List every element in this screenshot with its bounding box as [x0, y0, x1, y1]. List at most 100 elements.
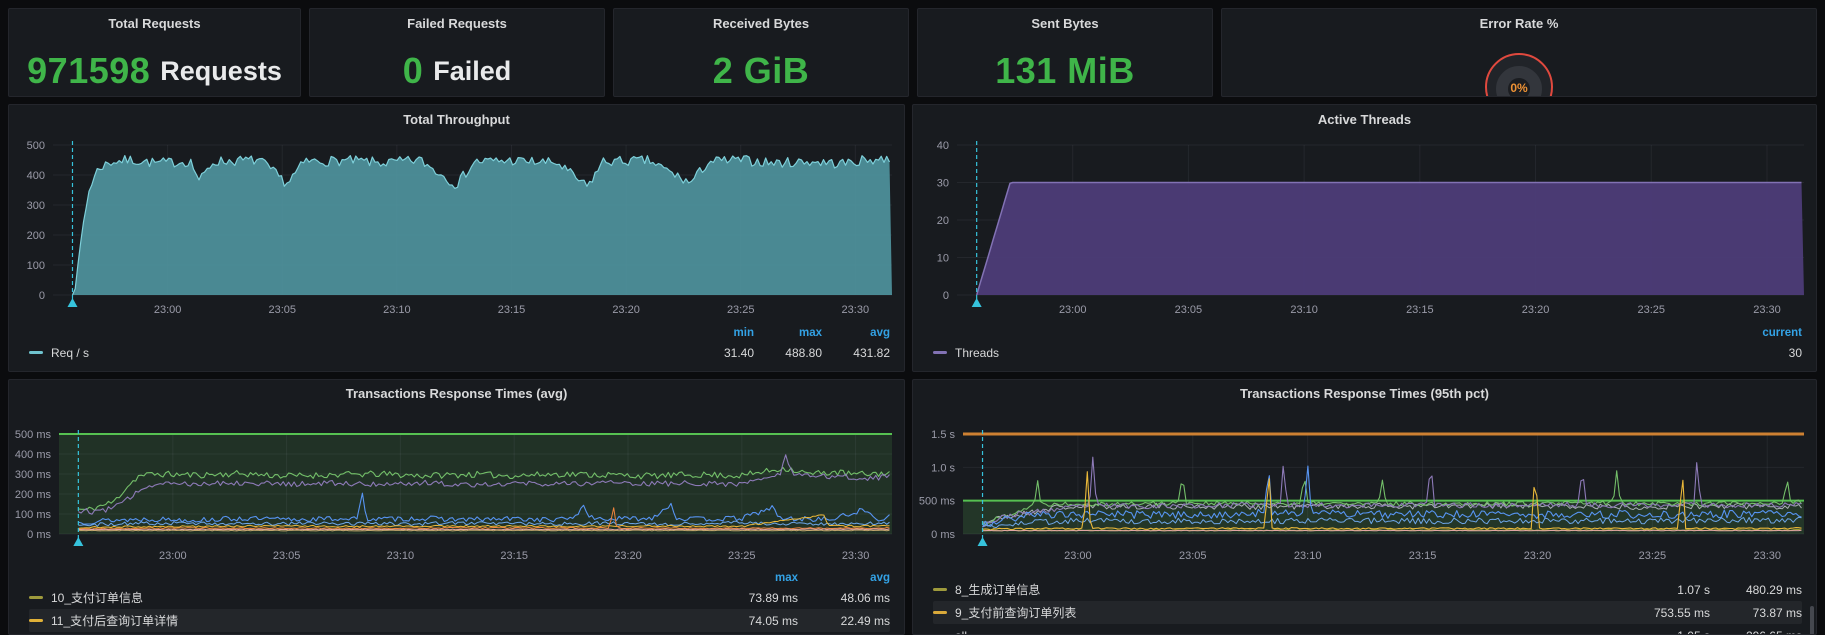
svg-text:23:05: 23:05 — [273, 550, 301, 562]
svg-text:23:05: 23:05 — [1179, 550, 1207, 562]
panel-title: Sent Bytes — [918, 9, 1212, 35]
svg-text:23:20: 23:20 — [612, 304, 640, 316]
svg-text:500: 500 — [27, 140, 45, 152]
svg-text:0 ms: 0 ms — [931, 529, 955, 541]
total-throughput-chart[interactable]: 010020030040050023:0023:0523:1023:1523:2… — [9, 135, 904, 321]
svg-text:500 ms: 500 ms — [919, 496, 956, 508]
gauge-value: 0% — [1222, 81, 1816, 95]
svg-text:23:30: 23:30 — [842, 550, 870, 562]
svg-text:10: 10 — [937, 253, 949, 265]
svg-text:23:00: 23:00 — [154, 304, 182, 316]
legend-item-all[interactable]: all 1.05 s 296.65 ms — [933, 624, 1802, 635]
legend-header: max avg — [29, 566, 890, 586]
svg-text:23:10: 23:10 — [387, 550, 415, 562]
panel-response-avg: Transactions Response Times (avg) 0 ms 10… — [8, 379, 905, 635]
svg-text:300: 300 — [27, 200, 45, 212]
legend-header: current — [933, 321, 1802, 341]
svg-text:23:00: 23:00 — [1064, 550, 1092, 562]
svg-text:20: 20 — [937, 215, 949, 227]
svg-text:23:30: 23:30 — [1753, 304, 1781, 316]
panel-title: Error Rate % — [1222, 9, 1816, 35]
svg-text:500 ms: 500 ms — [15, 429, 52, 441]
svg-text:100: 100 — [27, 260, 45, 272]
svg-text:23:15: 23:15 — [498, 304, 526, 316]
svg-text:23:25: 23:25 — [1639, 550, 1667, 562]
panel-sent-bytes: Sent Bytes 131 MiB — [917, 8, 1213, 97]
legend: min max avg Req / s 31.40 488.80 431.82 — [9, 321, 904, 364]
svg-text:23:25: 23:25 — [1637, 304, 1665, 316]
legend: 8_生成订单信息 1.07 s 480.29 ms 9_支付前查询订单列表 75… — [913, 566, 1816, 635]
stat-number: 971598 — [27, 50, 150, 92]
svg-text:23:30: 23:30 — [842, 304, 870, 316]
svg-text:23:20: 23:20 — [1522, 304, 1550, 316]
svg-text:23:15: 23:15 — [500, 550, 528, 562]
svg-text:23:00: 23:00 — [159, 550, 187, 562]
svg-text:30: 30 — [937, 178, 949, 190]
legend-item-9[interactable]: 9_支付前查询订单列表 753.55 ms 73.87 ms — [933, 601, 1802, 624]
stat-value: 0 Failed — [310, 49, 604, 93]
response-avg-chart[interactable]: 0 ms 100 ms 200 ms 300 ms 400 ms 500 ms 23:00 2… — [9, 408, 904, 566]
legend-item-8[interactable]: 8_生成订单信息 1.07 s 480.29 ms — [933, 578, 1802, 601]
legend-item-10[interactable]: 10_支付订单信息 73.89 ms 48.06 ms — [29, 586, 890, 609]
active-threads-chart[interactable]: 01020304023:0023:0523:1023:1523:2023:252… — [913, 135, 1816, 321]
svg-text:40: 40 — [937, 140, 949, 152]
legend-item-threads[interactable]: Threads 30 — [933, 341, 1802, 364]
svg-text:23:30: 23:30 — [1753, 550, 1781, 562]
stat-value: 971598 Requests — [9, 49, 300, 93]
svg-text:1.5 s: 1.5 s — [931, 429, 955, 441]
svg-text:23:20: 23:20 — [1524, 550, 1552, 562]
series-dash-icon — [933, 351, 947, 354]
svg-text:1.0 s: 1.0 s — [931, 462, 955, 474]
panel-title: Total Requests — [9, 9, 300, 35]
series-dash-icon — [29, 596, 43, 599]
stat-suffix: Requests — [160, 56, 282, 87]
series-dash-icon — [29, 619, 43, 622]
series-dash-icon — [933, 588, 947, 591]
panel-active-threads: Active Threads 01020304023:0023:0523:102… — [912, 104, 1817, 372]
legend-item-11[interactable]: 11_支付后查询订单详情 74.05 ms 22.49 ms — [29, 609, 890, 632]
panel-response-95pct: Transactions Response Times (95th pct) 0… — [912, 379, 1817, 635]
svg-text:23:15: 23:15 — [1406, 304, 1434, 316]
panel-total-throughput: Total Throughput 010020030040050023:0023… — [8, 104, 905, 372]
legend-scrollbar-thumb[interactable] — [1810, 606, 1814, 635]
svg-text:23:20: 23:20 — [614, 550, 642, 562]
panel-title: Total Throughput — [9, 105, 904, 135]
series-dash-icon — [933, 611, 947, 614]
stat-suffix: Failed — [433, 56, 511, 87]
legend: current Threads 30 — [913, 321, 1816, 364]
svg-text:400 ms: 400 ms — [15, 449, 52, 461]
legend: max avg 10_支付订单信息 73.89 ms 48.06 ms 11_支… — [9, 566, 904, 632]
svg-text:23:25: 23:25 — [728, 550, 756, 562]
stat-value: 2 GiB — [614, 49, 908, 93]
svg-text:23:10: 23:10 — [383, 304, 411, 316]
panel-title: Active Threads — [913, 105, 1816, 135]
svg-text:200: 200 — [27, 230, 45, 242]
panel-total-requests: Total Requests 971598 Requests — [8, 8, 301, 97]
svg-text:23:10: 23:10 — [1294, 550, 1322, 562]
svg-text:300 ms: 300 ms — [15, 469, 52, 481]
panel-received-bytes: Received Bytes 2 GiB — [613, 8, 909, 97]
stat-number: 0 — [403, 50, 424, 92]
panel-title: Transactions Response Times (95th pct) — [913, 380, 1816, 408]
stat-number: 131 MiB — [995, 50, 1135, 92]
svg-text:0: 0 — [943, 290, 949, 302]
panel-title: Failed Requests — [310, 9, 604, 35]
stat-value: 131 MiB — [918, 49, 1212, 93]
response-95pct-chart[interactable]: 0 ms 500 ms 1.0 s 1.5 s 23:00 23:05 23:10 23:15… — [913, 408, 1816, 566]
series-dash-icon — [29, 351, 43, 354]
svg-text:400: 400 — [27, 170, 45, 182]
svg-text:100 ms: 100 ms — [15, 509, 52, 521]
panel-title: Received Bytes — [614, 9, 908, 35]
panel-error-rate: Error Rate % 0% — [1221, 8, 1817, 97]
panel-failed-requests: Failed Requests 0 Failed — [309, 8, 605, 97]
svg-text:23:25: 23:25 — [727, 304, 755, 316]
svg-text:23:15: 23:15 — [1409, 550, 1437, 562]
stat-number: 2 GiB — [713, 50, 810, 92]
svg-text:23:00: 23:00 — [1059, 304, 1087, 316]
legend-item-req-s[interactable]: Req / s 31.40 488.80 431.82 — [29, 341, 890, 364]
svg-text:23:10: 23:10 — [1290, 304, 1318, 316]
panel-title: Transactions Response Times (avg) — [9, 380, 904, 408]
svg-text:23:05: 23:05 — [268, 304, 296, 316]
svg-text:200 ms: 200 ms — [15, 489, 52, 501]
svg-text:0 ms: 0 ms — [27, 529, 51, 541]
